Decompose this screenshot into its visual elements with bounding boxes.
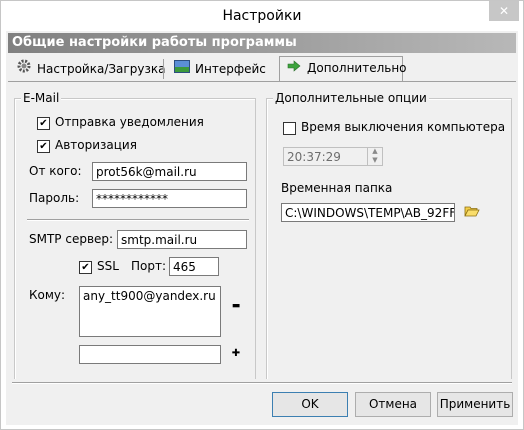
ok-button[interactable]: OK [272,392,348,417]
shutdown-label: Время выключения компьютера [301,120,506,134]
extra-options-group: Дополнительные опции Время выключения ко… [266,91,512,379]
email-group-title: E-Mail [21,91,62,105]
ssl-checkbox[interactable]: ✔ [79,261,92,274]
list-item[interactable]: any_tt900@yandex.ru [83,288,220,304]
check-icon: ✔ [81,262,90,273]
smtp-label: SMTP сервер: [29,232,114,246]
shutdown-time-value: 20:37:29 [287,150,341,164]
minus-icon: ▬ [231,301,241,311]
new-recipient-field[interactable] [79,345,221,364]
divider [27,219,249,221]
settings-window: Настройки ✕ Общие настройки работы прогр… [0,0,524,430]
tab-strip: Настройка/Загрузка Интерфейс Дополнитель… [8,55,516,81]
close-button[interactable]: ✕ [489,1,519,21]
tab-additional[interactable]: Дополнительно [279,56,407,81]
temp-folder-field[interactable]: C:\WINDOWS\TEMP\AB_92FF\ [281,203,455,222]
port-field[interactable]: 465 [169,257,219,276]
check-icon: ✔ [39,141,48,152]
picture-icon [174,58,190,80]
extra-group-title: Дополнительные опции [273,91,429,105]
shutdown-time-field[interactable]: 20:37:29 ▲ ▼ [283,147,383,166]
from-label: От кого: [29,164,82,178]
temp-folder-label: Временная папка [281,181,393,195]
to-label: Кому: [29,288,66,302]
arrow-right-icon [286,57,302,79]
tab-label: Интерфейс [195,62,266,76]
email-group: E-Mail ✔ Отправка уведомления ✔ Авториза… [14,91,256,379]
from-field[interactable]: prot56k@mail.ru [92,162,247,181]
time-spinner[interactable]: ▲ ▼ [367,148,382,165]
section-header: Общие настройки работы программы [8,33,516,53]
port-label: Порт: [131,259,167,273]
cancel-button[interactable]: Отмена [355,392,431,417]
browse-folder-button[interactable] [463,205,481,219]
gear-icon [16,58,32,80]
apply-button[interactable]: Применить [437,392,513,417]
tab-label: Настройка/Загрузка [37,62,166,76]
notify-checkbox[interactable]: ✔ [37,117,50,130]
tab-settings-load[interactable]: Настройка/Загрузка [10,58,171,80]
tab-label: Дополнительно [307,61,407,75]
dialog-body: Общие настройки работы программы Настрой… [6,31,518,425]
notify-label: Отправка уведомления [55,115,204,129]
password-field[interactable]: ************ [92,189,247,208]
check-icon: ✔ [39,118,48,129]
ssl-label: SSL [97,259,119,273]
password-label: Пароль: [29,191,80,205]
tab-interface[interactable]: Интерфейс [168,58,272,80]
spin-down-icon[interactable]: ▼ [368,156,382,165]
remove-recipient-button[interactable]: ▬ [229,299,243,313]
title-bar: Настройки ✕ [1,1,523,31]
folder-open-icon [464,206,480,221]
auth-label: Авторизация [55,138,137,152]
shutdown-checkbox[interactable] [283,122,296,135]
auth-checkbox[interactable]: ✔ [37,140,50,153]
smtp-field[interactable]: smtp.mail.ru [117,230,247,249]
spin-up-icon[interactable]: ▲ [368,148,382,156]
window-title: Настройки [222,8,302,24]
add-recipient-button[interactable]: ✚ [229,347,243,361]
tab-separator [163,59,164,79]
tab-panel: E-Mail ✔ Отправка уведомления ✔ Авториза… [8,81,516,382]
plus-icon: ✚ [231,348,241,359]
bottom-divider [12,382,512,384]
close-icon: ✕ [498,4,510,18]
recipients-list[interactable]: any_tt900@yandex.ru [79,286,221,337]
